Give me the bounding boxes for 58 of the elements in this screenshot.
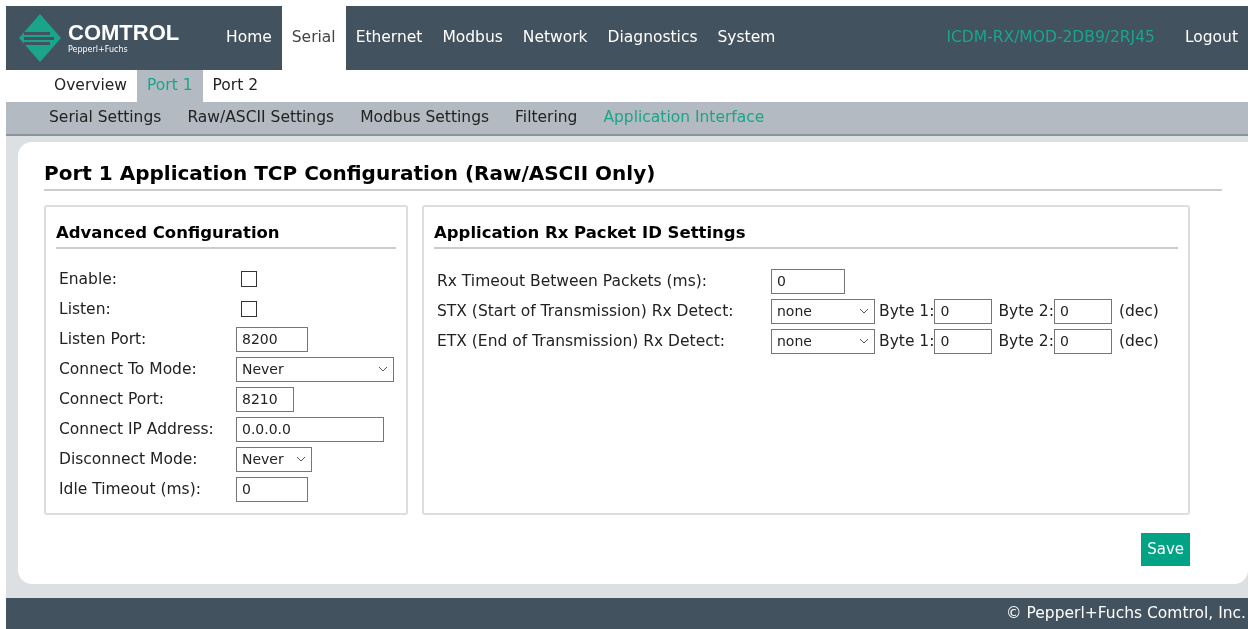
field-label: Rx Timeout Between Packets (ms): [437,270,709,292]
field-label: Byte 2: [998,300,1054,322]
section-title: Application Rx Packet ID Settings [434,221,1178,249]
checkbox[interactable] [241,301,257,318]
field-label: Byte 1: [879,330,935,352]
sub-tab[interactable]: Filtering [515,106,578,130]
caret-icon [296,456,306,463]
field-label: Byte 2: [998,330,1054,352]
caret-icon [859,308,869,315]
input-field[interactable]: 8200 [236,326,308,352]
input-field[interactable]: 0 [934,328,993,354]
port-tab[interactable]: Overview [44,70,137,102]
checkbox[interactable] [241,271,257,288]
nav-tab[interactable]: System [707,6,786,70]
input-field[interactable]: 8210 [236,386,294,412]
sub-tab[interactable]: Serial Settings [49,106,162,130]
input-field[interactable]: 0 [1053,298,1112,324]
dropdown[interactable]: Never [236,356,394,382]
copyright-text: © Pepperl+Fuchs Comtrol, Inc. [1006,602,1246,624]
field-label: Listen Port: [59,328,148,350]
section-title: Advanced Configuration [56,221,396,249]
caret-icon [378,366,388,373]
logo-icon [18,13,62,63]
input-field[interactable]: 0.0.0.0 [236,416,384,442]
field-label: Enable: [59,268,119,290]
field-label: Connect Port: [59,388,165,410]
nav-tab[interactable]: Home [216,6,282,70]
field-label: Idle Timeout (ms): [59,478,202,500]
nav-tab[interactable]: Network [512,6,598,70]
logout-link[interactable]: Logout [1184,26,1238,50]
field-label: Byte 1: [879,300,935,322]
nav-tab[interactable]: Ethernet [345,6,433,70]
field-label: Connect IP Address: [59,418,215,440]
nav-tab[interactable]: Serial [281,6,346,70]
logo-tagline: Pepperl+Fuchs [68,46,129,54]
input-field[interactable]: 0 [771,268,845,294]
port-tab[interactable]: Port 2 [202,70,269,102]
dropdown[interactable]: none [771,298,875,324]
dropdown[interactable]: none [771,328,875,354]
page-title: Port 1 Application TCP Configuration (Raw/ASCII Only) [44,158,1222,191]
input-field[interactable]: 0 [934,298,993,324]
sub-tab[interactable]: Raw/ASCII Settings [187,106,335,130]
dropdown[interactable]: Never [236,446,312,472]
caret-icon [859,338,869,345]
field-label: ETX (End of Transmission) Rx Detect: [437,330,726,352]
nav-tab[interactable]: Diagnostics [597,6,708,70]
input-field[interactable]: 0 [236,476,308,502]
unit-label: (dec) [1118,300,1159,322]
sub-tab[interactable]: Modbus Settings [360,106,490,130]
field-label: Listen: [59,298,112,320]
input-field[interactable]: 0 [1053,328,1112,354]
logo-wordmark: COMTROL [68,22,180,44]
nav-tab[interactable]: Modbus [432,6,513,70]
unit-label: (dec) [1118,330,1159,352]
field-label: STX (Start of Transmission) Rx Detect: [437,300,735,322]
device-name: ICDM-RX/MOD-2DB9/2RJ45 [946,27,1155,49]
field-label: Connect To Mode: [59,358,198,380]
field-label: Disconnect Mode: [59,448,199,470]
